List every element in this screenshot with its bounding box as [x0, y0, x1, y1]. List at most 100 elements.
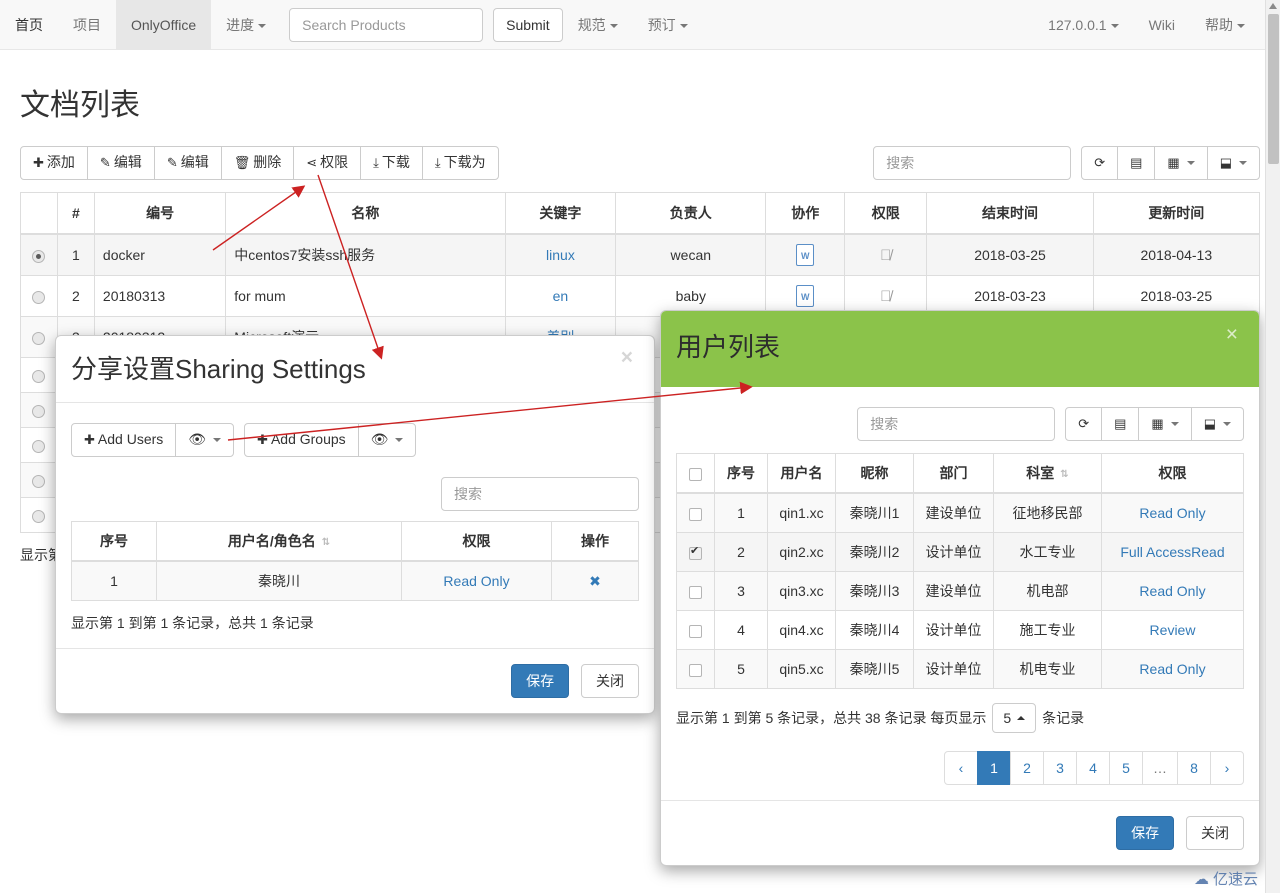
edit-button[interactable]: ✎ 编辑 — [86, 146, 155, 180]
row-checkbox[interactable] — [689, 545, 702, 561]
eye-slash-icon[interactable]: 👁̸ — [880, 288, 891, 305]
nav-item-project[interactable]: 项目 — [58, 0, 116, 50]
col-permission[interactable]: 权限 — [844, 192, 928, 235]
col-keyword[interactable]: 关键字 — [504, 192, 617, 235]
toggle-view-button[interactable]: ▤ — [1117, 146, 1156, 180]
user-row-permission[interactable]: Read Only — [1101, 492, 1244, 534]
keyword-link[interactable]: en — [553, 288, 569, 304]
pagination-item[interactable]: 3 — [1043, 751, 1077, 786]
share-col-action[interactable]: 操作 — [551, 521, 639, 563]
add-groups-permission-dropdown[interactable]: 👁 — [357, 423, 417, 458]
col-name[interactable]: 名称 — [225, 192, 506, 235]
col-owner[interactable]: 负责人 — [615, 192, 767, 235]
row-checkbox[interactable] — [689, 508, 702, 522]
refresh-button[interactable]: ⟳ — [1081, 146, 1119, 180]
pagination-item[interactable]: 5 — [1109, 751, 1143, 786]
row-radio[interactable] — [32, 404, 46, 418]
col-update-time[interactable]: 更新时间 — [1092, 192, 1261, 235]
row-keyword[interactable]: linux — [504, 233, 617, 276]
nav-item-booking[interactable]: 预订 — [633, 0, 703, 50]
row-radio[interactable] — [32, 331, 46, 345]
scrollbar-thumb[interactable] — [1268, 14, 1279, 164]
add-groups-button[interactable]: ✚ Add Groups — [244, 423, 359, 458]
nav-item-wiki[interactable]: Wiki — [1134, 0, 1190, 50]
row-checkbox[interactable] — [689, 586, 702, 600]
user-row-permission[interactable]: Read Only — [1101, 571, 1244, 612]
permission-link[interactable]: Read Only — [1139, 505, 1205, 521]
columns-button[interactable]: ▦ — [1154, 146, 1208, 180]
submit-button[interactable]: Submit — [493, 7, 563, 42]
row-permission[interactable]: 👁̸ — [844, 233, 928, 276]
user-row-select[interactable] — [676, 649, 715, 690]
row-select-cell[interactable] — [20, 357, 58, 393]
pagination-item[interactable]: 8 — [1177, 751, 1211, 786]
nav-item-onlyoffice[interactable]: OnlyOffice — [116, 0, 212, 50]
share-col-permission[interactable]: 权限 — [401, 521, 552, 563]
col-end-time[interactable]: 结束时间 — [926, 192, 1094, 235]
user-table-row[interactable]: 4 qin4.xc 秦晓川4 设计单位 施工专业 Review — [676, 610, 1244, 651]
nav-item-host[interactable]: 127.0.0.1 — [1033, 0, 1133, 50]
close-icon[interactable]: × — [1220, 323, 1244, 346]
share-row-permission[interactable]: Read Only — [401, 560, 552, 602]
user-row-permission[interactable]: Full AccessRead — [1101, 532, 1244, 573]
user-row-permission[interactable]: Read Only — [1101, 649, 1244, 690]
row-select-cell[interactable] — [20, 316, 58, 358]
edit-online-button[interactable]: ✎ 编辑 — [153, 146, 222, 180]
user-col-permission[interactable]: 权限 — [1101, 453, 1244, 495]
permission-link[interactable]: Review — [1150, 622, 1196, 638]
user-search-input[interactable] — [857, 407, 1056, 442]
row-radio[interactable] — [32, 474, 46, 488]
nav-item-help[interactable]: 帮助 — [1190, 0, 1260, 50]
user-toggle-view-button[interactable]: ▤ — [1101, 407, 1140, 442]
permission-link[interactable]: Full AccessRead — [1120, 544, 1224, 560]
permission-link[interactable]: Read Only — [443, 573, 509, 589]
row-select-cell[interactable] — [20, 497, 58, 533]
user-save-button[interactable]: 保存 — [1116, 816, 1175, 851]
keyword-link[interactable]: linux — [546, 247, 575, 263]
permission-button[interactable]: ⋖ 权限 — [293, 146, 362, 180]
delete-button[interactable]: 🗑 删除 — [220, 146, 295, 180]
nav-item-progress[interactable]: 进度 — [211, 0, 281, 50]
user-row-select[interactable] — [676, 571, 715, 612]
eye-slash-icon[interactable]: 👁̸ — [880, 247, 891, 264]
row-collab[interactable]: W — [765, 233, 846, 276]
page-size-selector[interactable]: 5 — [992, 703, 1037, 734]
row-checkbox[interactable] — [689, 625, 702, 639]
row-select-cell[interactable] — [20, 233, 58, 276]
user-row-select[interactable] — [676, 492, 715, 534]
user-columns-button[interactable]: ▦ — [1138, 407, 1192, 442]
row-radio[interactable] — [32, 509, 46, 523]
col-index[interactable]: # — [56, 192, 95, 235]
user-col-dept[interactable]: 部门 — [913, 453, 994, 495]
user-row-select[interactable] — [676, 532, 715, 573]
close-icon[interactable]: × — [615, 346, 639, 369]
row-select-cell[interactable] — [20, 462, 58, 498]
col-code[interactable]: 编号 — [93, 192, 227, 235]
sharing-save-button[interactable]: 保存 — [511, 664, 570, 699]
row-select-cell[interactable] — [20, 392, 58, 428]
share-col-seq[interactable]: 序号 — [71, 521, 157, 563]
user-col-office[interactable]: 科室 ⇅ — [993, 453, 1102, 495]
add-button[interactable]: ✚ 添加 — [20, 146, 88, 180]
pagination-item[interactable]: 1 — [977, 751, 1011, 786]
user-table-row[interactable]: 3 qin3.xc 秦晓川3 建设单位 机电部 Read Only — [676, 571, 1244, 612]
row-radio[interactable] — [32, 369, 46, 383]
nav-item-home[interactable]: 首页 — [0, 0, 58, 50]
download-as-button[interactable]: ⤓ 下载为 — [421, 146, 499, 180]
user-refresh-button[interactable]: ⟳ — [1065, 407, 1103, 442]
user-row-select[interactable] — [676, 610, 715, 651]
user-table-row[interactable]: 1 qin1.xc 秦晓川1 建设单位 征地移民部 Read Only — [676, 492, 1244, 534]
search-products-input[interactable] — [289, 7, 484, 42]
row-checkbox[interactable] — [689, 664, 702, 678]
nav-item-spec[interactable]: 规范 — [563, 0, 633, 50]
row-select-cell[interactable] — [20, 275, 58, 317]
user-table-row[interactable]: 5 qin5.xc 秦晓川5 设计单位 机电专业 Read Only — [676, 649, 1244, 690]
user-col-seq[interactable]: 序号 — [714, 453, 768, 495]
row-select-cell[interactable] — [20, 427, 58, 463]
pagination-item[interactable]: 2 — [1010, 751, 1044, 786]
user-table-row[interactable]: 2qin2.xc秦晓川2设计单位水工专业 Full AccessRead — [676, 532, 1244, 573]
pagination-item[interactable]: › — [1210, 751, 1244, 786]
pagination-item[interactable]: ‹ — [944, 751, 978, 786]
scroll-up-icon[interactable] — [1269, 3, 1277, 9]
table-row[interactable]: 1 docker 中centos7安装ssh服务 linux wecan W 👁̸ 2018-… — [20, 233, 1261, 276]
